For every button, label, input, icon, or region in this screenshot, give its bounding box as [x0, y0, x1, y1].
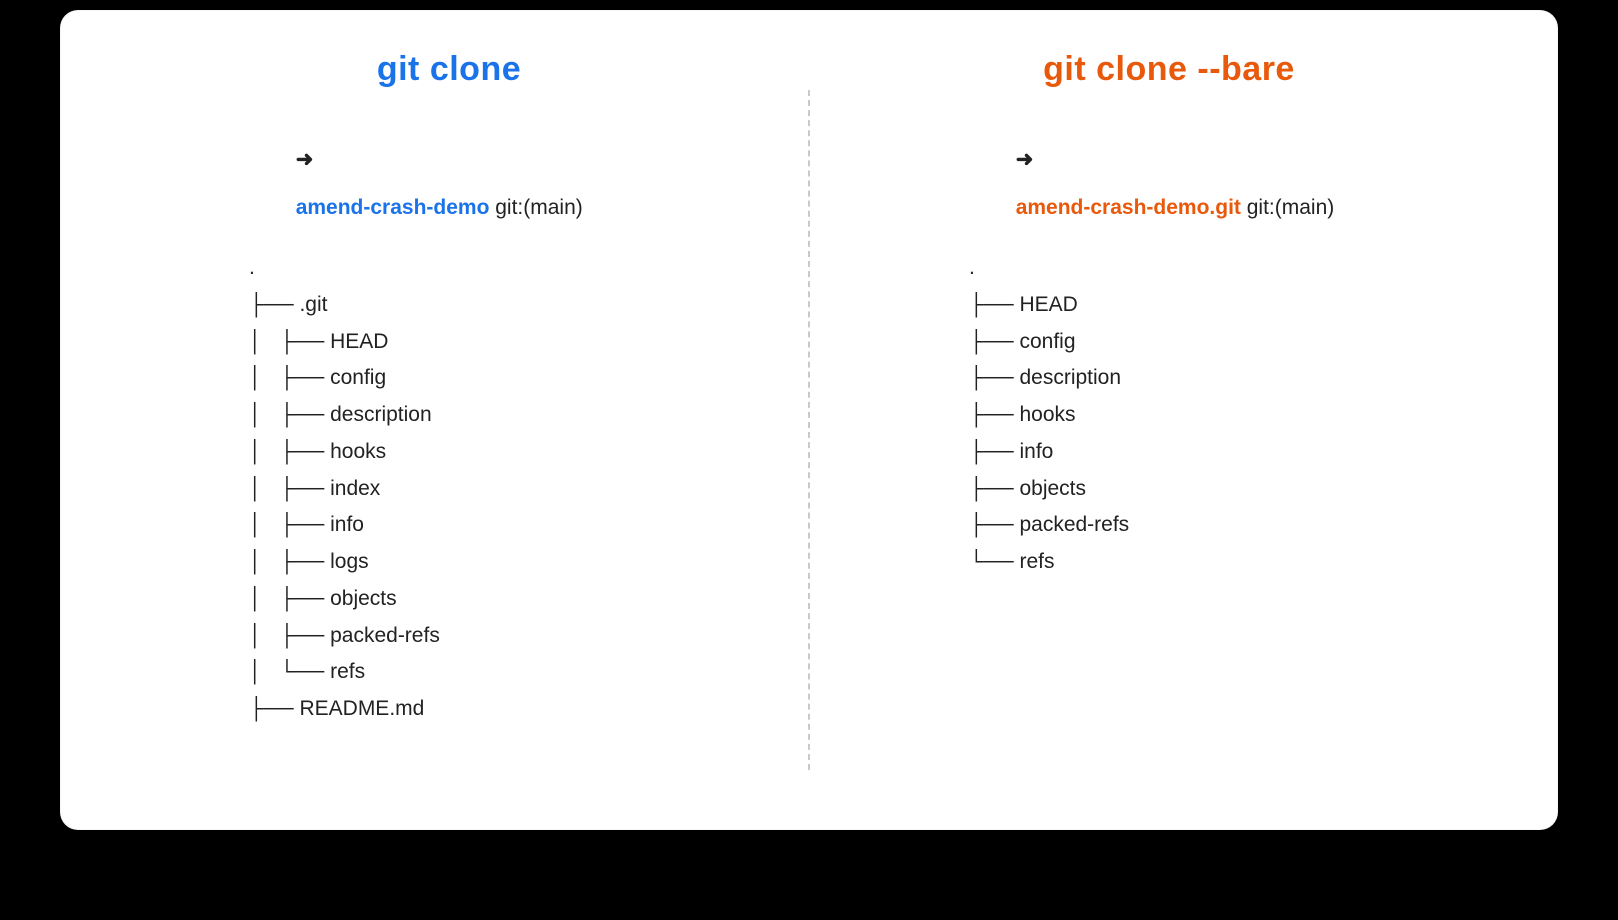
vertical-divider	[808, 90, 810, 770]
right-inner: git clone --bare ➜ amend-crash-demo.git …	[969, 50, 1369, 581]
left-repo-name: amend-crash-demo	[296, 196, 490, 219]
tree-line: │ └── refs	[249, 654, 649, 691]
right-tree: .├── HEAD├── config├── description├── ho…	[969, 250, 1369, 581]
tree-line: ├── info	[969, 434, 1369, 471]
tree-line: │ ├── HEAD	[249, 324, 649, 361]
tree-line: ├── packed-refs	[969, 507, 1369, 544]
right-git-branch: git:(main)	[1241, 196, 1334, 219]
tree-line: │ ├── packed-refs	[249, 618, 649, 655]
tree-line: │ ├── logs	[249, 544, 649, 581]
tree-line: ├── hooks	[969, 397, 1369, 434]
tree-line: │ ├── description	[249, 397, 649, 434]
tree-line: .	[249, 250, 649, 287]
tree-line: ├── description	[969, 360, 1369, 397]
right-repo-name: amend-crash-demo.git	[1016, 196, 1241, 219]
right-prompt: ➜ amend-crash-demo.git git:(main)	[969, 123, 1369, 244]
tree-line: │ ├── objects	[249, 581, 649, 618]
tree-line: .	[969, 250, 1369, 287]
left-prompt: ➜ amend-crash-demo git:(main)	[249, 123, 649, 244]
tree-line: ├── .git	[249, 287, 649, 324]
right-heading: git clone --bare	[969, 50, 1369, 89]
tree-line: ├── objects	[969, 471, 1369, 508]
left-git-branch: git:(main)	[489, 196, 582, 219]
left-inner: git clone ➜ amend-crash-demo git:(main) …	[249, 50, 649, 728]
tree-line: ├── HEAD	[969, 287, 1369, 324]
left-panel: git clone ➜ amend-crash-demo git:(main) …	[90, 50, 808, 800]
right-panel: git clone --bare ➜ amend-crash-demo.git …	[810, 50, 1528, 800]
comparison-card: git clone ➜ amend-crash-demo git:(main) …	[60, 10, 1558, 830]
left-tree: .├── .git│ ├── HEAD│ ├── config│ ├── des…	[249, 250, 649, 728]
tree-line: │ ├── index	[249, 471, 649, 508]
tree-line: ├── config	[969, 324, 1369, 361]
tree-line: │ ├── info	[249, 507, 649, 544]
tree-line: │ ├── config	[249, 360, 649, 397]
tree-line: │ ├── hooks	[249, 434, 649, 471]
left-heading: git clone	[249, 50, 649, 89]
prompt-arrow-icon: ➜	[1016, 148, 1034, 171]
prompt-arrow-icon: ➜	[296, 148, 314, 171]
tree-line: └── refs	[969, 544, 1369, 581]
tree-line: ├── README.md	[249, 691, 649, 728]
